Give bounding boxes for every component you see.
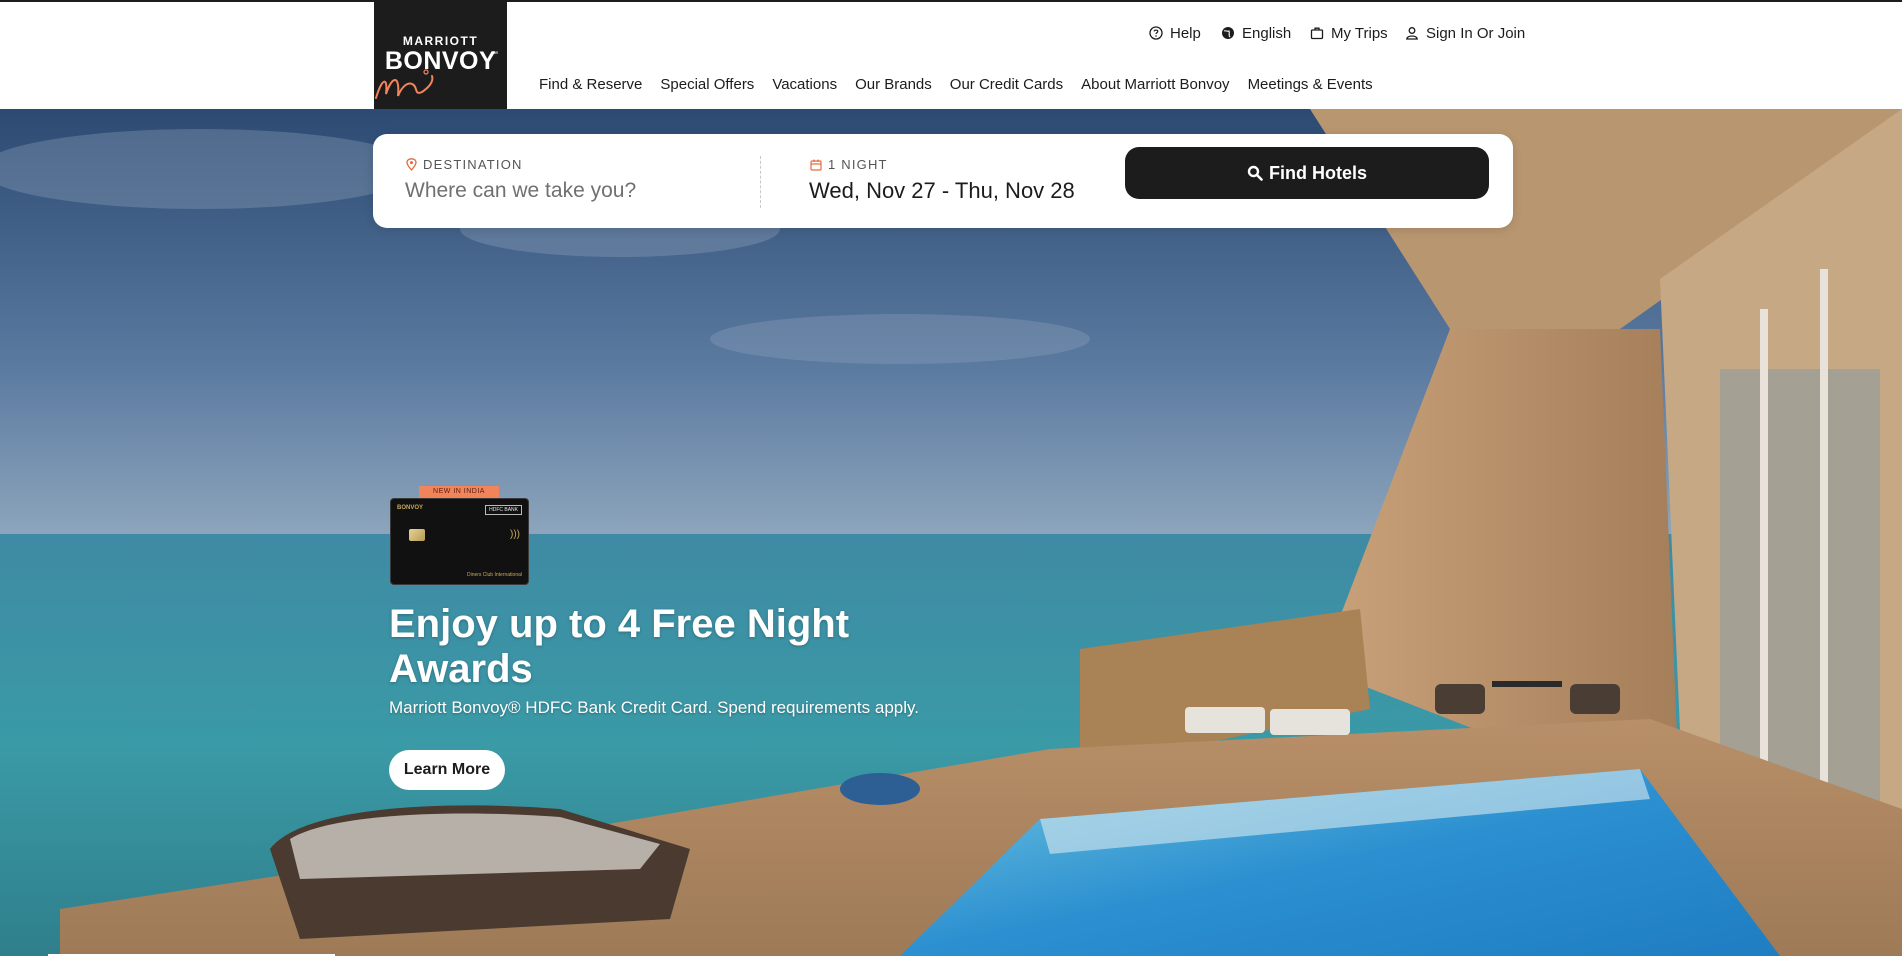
card-bank-text: HDFC BANK [485,505,522,515]
contactless-icon: ))) [510,529,520,540]
calendar-icon [810,159,822,171]
help-link[interactable]: Help [1149,23,1201,43]
marriott-bonvoy-logo[interactable]: MARRIOTT BONVOY ™ [374,2,507,109]
language-selector[interactable]: English [1221,23,1291,43]
nav-item-about[interactable]: About Marriott Bonvoy [1081,76,1229,93]
search-divider [760,156,761,208]
destination-label: DESTINATION [423,157,523,172]
language-label: English [1242,24,1292,42]
nav-item-special-offers[interactable]: Special Offers [660,76,754,93]
logo-trademark: ™ [491,51,498,58]
person-icon [1406,27,1418,40]
my-trips-link[interactable]: My Trips [1310,23,1388,43]
nav-item-vacations[interactable]: Vacations [772,76,837,93]
nav-item-our-brands[interactable]: Our Brands [855,76,932,93]
nights-label: 1 NIGHT [828,157,888,172]
promo-subtitle: Marriott Bonvoy® HDFC Bank Credit Card. … [389,698,919,717]
new-in-india-badge: NEW IN INDIA [419,486,499,498]
date-range-field[interactable]: Wed, Nov 27 - Thu, Nov 28 [809,178,1075,204]
site-header: MARRIOTT BONVOY ™ Help English My Trips [0,2,1902,109]
nights-label-row: 1 NIGHT [810,157,888,172]
sign-in-label: Sign In Or Join [1426,24,1526,42]
location-pin-icon [406,158,417,171]
find-hotels-label: Find Hotels [1269,162,1367,183]
help-label: Help [1170,24,1201,42]
my-trips-label: My Trips [1331,24,1388,42]
nav-item-find-reserve[interactable]: Find & Reserve [539,76,642,93]
promo-title: Enjoy up to 4 Free Night Awards [389,602,850,691]
suitcase-icon [1310,27,1324,40]
globe-icon [1222,27,1234,39]
help-circle-icon [1149,26,1163,40]
destination-input[interactable] [405,176,735,206]
hotel-search-bar: DESTINATION 1 NIGHT Wed, Nov 27 - Thu, N… [373,134,1513,228]
find-hotels-button[interactable]: Find Hotels [1125,147,1489,199]
destination-label-row: DESTINATION [406,157,523,172]
credit-card-image[interactable]: BONVOY HDFC BANK ))) Diners Club Interna… [390,498,529,585]
nav-item-meetings-events[interactable]: Meetings & Events [1248,76,1373,93]
hero-banner: DESTINATION 1 NIGHT Wed, Nov 27 - Thu, N… [0,109,1902,956]
logo-line1: MARRIOTT [402,34,479,48]
nav-item-credit-cards[interactable]: Our Credit Cards [950,76,1063,93]
card-network-text: Diners Club International [466,572,522,578]
learn-more-button[interactable]: Learn More [389,750,505,790]
main-nav: Find & Reserve Special Offers Vacations … [539,76,1391,93]
card-chip [409,529,425,541]
card-brand-text: BONVOY [397,505,424,511]
hero-resort-image [0,109,1902,956]
logo-script-flourish [375,69,434,99]
sign-in-link[interactable]: Sign In Or Join [1405,23,1525,43]
search-icon [1247,165,1263,181]
